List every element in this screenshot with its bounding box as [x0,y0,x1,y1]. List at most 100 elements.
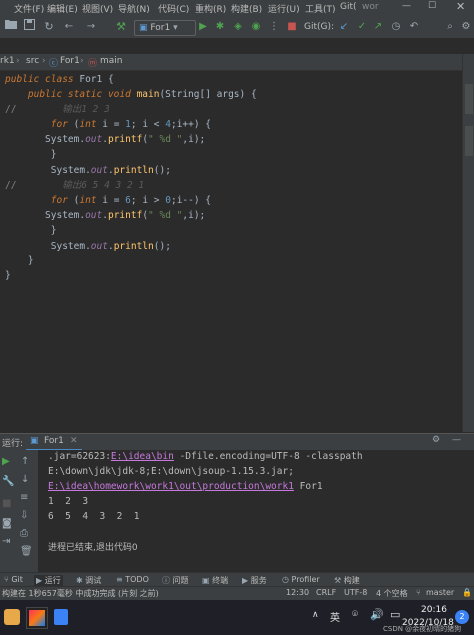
menu-file[interactable]: 文件(F) [14,2,44,15]
scroll-up-icon[interactable]: ↑ [21,456,29,467]
tab-todo[interactable]: ≡ TODO [116,575,149,584]
status-message[interactable]: 构建在 1秒657毫秒 中成功完成 (片刻 之前) [2,588,159,599]
scroll-down-icon[interactable]: ↓ [21,474,29,485]
breadcrumb-method[interactable]: main [100,56,123,66]
battery-icon[interactable]: ▭ [390,608,400,621]
code-line[interactable]: // 输出1 2 3 [5,102,110,117]
tab-run[interactable]: ▶ 运行 [34,575,63,586]
code-line[interactable]: public static void main(String[] args) { [5,87,257,102]
build-hammer-icon[interactable]: ⚒ [114,19,128,35]
menu-tools[interactable]: 工具(T) [305,2,336,15]
soft-wrap-icon[interactable]: ≡ [20,492,28,503]
code-line[interactable]: System.out.println(); [5,239,171,254]
camera-icon[interactable]: ◙ [2,518,12,529]
maven-tab[interactable] [465,84,473,114]
code-line[interactable]: } [5,223,57,238]
tab-services[interactable]: ▶ 服务 [242,575,267,586]
app-icon[interactable] [54,609,68,625]
code-line[interactable]: public class For1 { [5,72,114,87]
menu-navigate[interactable]: 导航(N) [118,2,150,15]
breadcrumb-project[interactable]: rk1 [0,56,15,66]
git-commit-icon[interactable]: ✓ [356,19,368,35]
save-icon[interactable] [22,19,36,35]
menu-run[interactable]: 运行(U) [268,2,300,15]
menu-build[interactable]: 构建(B) [231,2,262,15]
chevron-up-icon[interactable]: ∧ [312,610,319,620]
hide-panel-icon[interactable]: — [452,435,461,445]
code-line[interactable]: } [5,253,34,268]
lock-icon[interactable]: 🔒 [462,588,472,597]
file-manager-icon[interactable] [4,609,20,625]
rerun-icon[interactable]: ▶ [2,456,10,467]
code-editor[interactable]: public class For1 { public static void m… [0,71,462,433]
code-line[interactable]: System.out.println(); [5,163,171,178]
wrench-icon[interactable]: 🔧 [2,476,14,487]
git-branch[interactable]: master [426,588,454,597]
network-icon[interactable]: ⌾ [352,609,358,620]
profile-icon[interactable]: ◉ [250,19,262,35]
clock-time[interactable]: 20:16 [414,605,454,615]
git-update-icon[interactable]: ↙ [338,19,350,35]
console-link[interactable]: E:\idea\homework\work1\out\production\wo… [48,481,294,492]
tab-git[interactable]: ⑂ Git [4,575,23,584]
menu-view[interactable]: 视图(V) [82,2,113,15]
scroll-to-end-icon[interactable]: ⇩ [20,510,28,521]
print-icon[interactable]: ⎙ [20,528,28,539]
profiler-icon: ◷ [282,575,289,584]
intellij-icon[interactable] [26,607,48,629]
menu-edit[interactable]: 编辑(E) [47,2,78,15]
code-line[interactable]: // 输出6 5 4 3 2 1 [5,178,144,193]
trash-icon[interactable]: 🗑 [20,546,33,557]
menu-refactor[interactable]: 重构(R) [195,2,226,15]
search-icon[interactable]: ⌕ [444,19,456,35]
breadcrumb-src[interactable]: src [26,56,39,66]
tab-build[interactable]: ⚒ 构建 [334,575,360,586]
back-icon[interactable]: ← [62,19,76,35]
console-link[interactable]: E:\idea\bin [111,451,174,462]
exit-icon[interactable]: ⇥ [2,536,10,547]
debug-icon[interactable]: ✱ [214,19,226,35]
run-tab[interactable]: ▣ For1 ✕ [26,434,82,451]
folder-icon[interactable] [4,19,18,35]
volume-icon[interactable]: 🔊 [370,608,384,621]
file-encoding[interactable]: UTF-8 [344,588,367,597]
tab-profiler[interactable]: ◷ Profiler [282,575,320,584]
tab-terminal[interactable]: ▣ 终端 [202,575,228,586]
stop-icon[interactable]: ■ [286,19,298,35]
close-tab-icon[interactable]: ✕ [70,436,78,446]
run-icon[interactable]: ▶ [197,19,209,35]
git-push-icon[interactable]: ↗ [372,19,384,35]
code-line[interactable]: for (int i = 6; i > 0;i--) { [5,193,211,208]
code-line[interactable]: } [5,147,57,162]
rollback-icon[interactable]: ↶ [408,19,420,35]
ime-indicator[interactable]: 英 [330,609,340,624]
cursor-position[interactable]: 12:30 [286,588,309,597]
notification-badge[interactable]: 2 [455,610,469,624]
forward-icon[interactable]: → [84,19,98,35]
code-line[interactable]: for (int i = 1; i < 4;i++) { [5,117,211,132]
close-icon[interactable]: ✕ [456,0,465,13]
menu-git[interactable]: Git( [340,2,357,12]
minimize-icon[interactable]: — [402,1,411,11]
code-token: (); [153,165,171,176]
tab-problems[interactable]: ⓘ 问题 [162,575,189,586]
tab-debug[interactable]: ✱ 调试 [76,575,101,586]
settings-icon[interactable]: ⚙ [460,19,472,35]
code-line[interactable]: System.out.printf(" %d ",i); [5,208,205,223]
stop-icon[interactable]: ■ [2,498,11,509]
notifications-tab[interactable] [465,126,473,156]
breadcrumb-class[interactable]: For1 [60,56,80,66]
git-history-icon[interactable]: ◷ [390,19,402,35]
code-line[interactable]: System.out.printf(" %d ",i); [5,132,205,147]
coverage-icon[interactable]: ◈ [232,19,244,35]
code-line[interactable]: } [5,268,11,283]
settings-icon[interactable]: ⚙ [432,435,440,445]
run-config-select[interactable]: ▣ For1 ▾ [134,20,196,36]
maximize-icon[interactable]: ☐ [428,1,436,11]
line-separator[interactable]: CRLF [316,588,336,597]
menu-code[interactable]: 代码(C) [158,2,189,15]
more-actions-icon[interactable]: ⋮ [268,19,280,35]
refresh-icon[interactable]: ↻ [42,19,56,35]
indent-setting[interactable]: 4 个空格 [376,588,408,599]
console-output[interactable]: .jar=62623:E:\idea\bin -Dfile.encoding=U… [38,450,474,572]
